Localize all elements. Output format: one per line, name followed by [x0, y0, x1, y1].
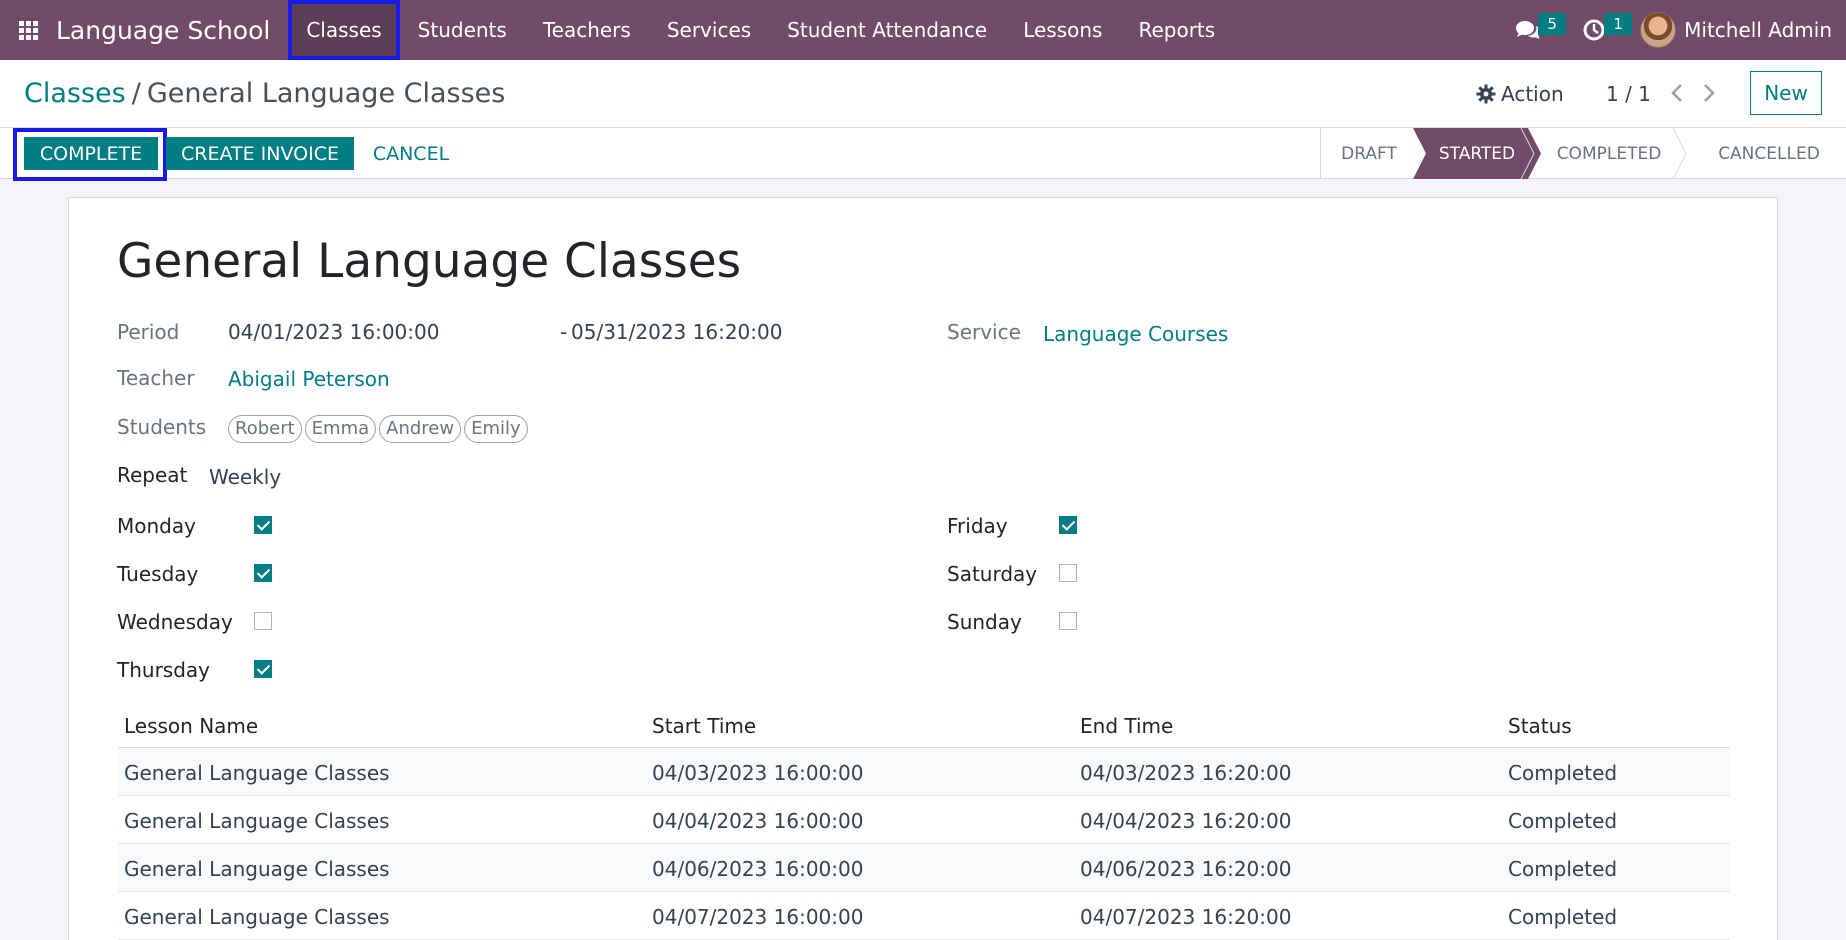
cell-start-time: 04/07/2023 16:00:00	[652, 905, 864, 929]
period-label: Period	[117, 320, 180, 344]
activities-count-badge: 1	[1604, 13, 1633, 35]
cell-status: Completed	[1508, 761, 1618, 785]
create-invoice-button[interactable]: CREATE INVOICE	[166, 137, 354, 170]
table-row[interactable]: General Language Classes 04/06/2023 16:0…	[118, 844, 1730, 892]
menu-lessons[interactable]: Lessons	[1005, 0, 1120, 60]
stage-started[interactable]: STARTED	[1421, 128, 1533, 179]
thursday-label: Thursday	[117, 658, 210, 682]
student-tag[interactable]: Andrew	[379, 415, 462, 443]
menu-teachers[interactable]: Teachers	[525, 0, 649, 60]
tuesday-label: Tuesday	[117, 562, 199, 586]
stage-completed[interactable]: COMPLETED	[1539, 128, 1679, 179]
cell-lesson-name: General Language Classes	[124, 761, 390, 785]
table-row[interactable]: General Language Classes 04/07/2023 16:0…	[118, 892, 1730, 940]
friday-label: Friday	[947, 514, 1008, 538]
menu-classes[interactable]: Classes	[288, 0, 400, 60]
messages-count-badge: 5	[1538, 13, 1567, 35]
record-title[interactable]: General Language Classes	[117, 234, 741, 289]
cell-end-time: 04/06/2023 16:20:00	[1080, 857, 1292, 881]
chevron-left-icon[interactable]	[1670, 83, 1684, 103]
cell-status: Completed	[1508, 905, 1618, 929]
cancel-button[interactable]: CANCEL	[368, 137, 454, 170]
breadcrumb-separator: /	[131, 78, 141, 109]
app-brand[interactable]: Language School	[56, 16, 270, 45]
menu-reports[interactable]: Reports	[1120, 0, 1233, 60]
top-navbar: Language School Classes Students Teacher…	[0, 0, 1846, 60]
stage-draft[interactable]: DRAFT	[1321, 128, 1417, 179]
action-label: Action	[1501, 82, 1564, 106]
monday-label: Monday	[117, 514, 196, 538]
cell-end-time: 04/07/2023 16:20:00	[1080, 905, 1292, 929]
breadcrumb-current: General Language Classes	[146, 78, 506, 109]
cell-status: Completed	[1508, 857, 1618, 881]
student-tag[interactable]: Robert	[228, 415, 302, 443]
cell-end-time: 04/04/2023 16:20:00	[1080, 809, 1292, 833]
cell-start-time: 04/06/2023 16:00:00	[652, 857, 864, 881]
sunday-label: Sunday	[947, 610, 1022, 634]
complete-button[interactable]: COMPLETE	[24, 137, 158, 170]
chevron-right-icon[interactable]	[1702, 83, 1716, 103]
tuesday-checkbox[interactable]	[254, 564, 272, 582]
saturday-label: Saturday	[947, 562, 1038, 586]
table-row[interactable]: General Language Classes 04/04/2023 16:0…	[118, 796, 1730, 844]
friday-checkbox[interactable]	[1059, 516, 1077, 534]
clock-icon	[1583, 19, 1605, 41]
cell-lesson-name: General Language Classes	[124, 809, 390, 833]
cell-end-time: 04/03/2023 16:20:00	[1080, 761, 1292, 785]
teacher-field[interactable]: Abigail Peterson	[228, 367, 390, 391]
gear-icon	[1476, 84, 1496, 104]
students-label: Students	[117, 415, 207, 439]
menu-services[interactable]: Services	[649, 0, 769, 60]
period-dash: -	[560, 320, 568, 344]
service-label: Service	[947, 320, 1021, 344]
user-name[interactable]: Mitchell Admin	[1684, 18, 1832, 42]
column-lesson-name[interactable]: Lesson Name	[124, 714, 258, 738]
period-end-field[interactable]: 05/31/2023 16:20:00	[571, 320, 782, 344]
menu-student-attendance[interactable]: Student Attendance	[769, 0, 1005, 60]
column-end-time[interactable]: End Time	[1080, 714, 1173, 738]
lessons-table: Lesson Name Start Time End Time Status G…	[118, 708, 1730, 940]
repeat-label: Repeat	[117, 463, 188, 487]
repeat-field[interactable]: Weekly	[209, 465, 281, 489]
table-header: Lesson Name Start Time End Time Status	[118, 708, 1730, 748]
column-start-time[interactable]: Start Time	[652, 714, 756, 738]
new-button[interactable]: New	[1750, 71, 1822, 115]
user-avatar[interactable]	[1640, 12, 1677, 48]
table-body: General Language Classes 04/03/2023 16:0…	[118, 748, 1730, 940]
stage-pipeline: DRAFT STARTED COMPLETED CANCELLED	[1320, 128, 1846, 179]
cell-status: Completed	[1508, 809, 1618, 833]
status-bar: COMPLETE CREATE INVOICE CANCEL DRAFT STA…	[0, 128, 1846, 181]
table-row[interactable]: General Language Classes 04/03/2023 16:0…	[118, 748, 1730, 796]
wednesday-checkbox[interactable]	[254, 612, 272, 630]
column-status[interactable]: Status	[1508, 714, 1572, 738]
apps-grid-icon[interactable]	[0, 0, 56, 60]
cell-start-time: 04/03/2023 16:00:00	[652, 761, 864, 785]
control-panel: Classes / General Language Classes Action …	[0, 60, 1846, 128]
saturday-checkbox[interactable]	[1059, 564, 1077, 582]
sunday-checkbox[interactable]	[1059, 612, 1077, 630]
wednesday-label: Wednesday	[117, 610, 233, 634]
stage-cancelled[interactable]: CANCELLED	[1691, 128, 1846, 179]
student-tag[interactable]: Emma	[304, 415, 377, 443]
cell-lesson-name: General Language Classes	[124, 905, 390, 929]
breadcrumb: Classes / General Language Classes	[24, 78, 505, 109]
breadcrumb-classes-link[interactable]: Classes	[24, 78, 126, 109]
action-menu-button[interactable]: Action	[1476, 82, 1564, 106]
cell-lesson-name: General Language Classes	[124, 857, 390, 881]
thursday-checkbox[interactable]	[254, 660, 272, 678]
student-tag[interactable]: Emily	[464, 415, 528, 443]
teacher-label: Teacher	[117, 366, 195, 390]
monday-checkbox[interactable]	[254, 516, 272, 534]
activities-button[interactable]: 1	[1574, 0, 1633, 60]
menu-students[interactable]: Students	[400, 0, 525, 60]
service-field[interactable]: Language Courses	[1043, 322, 1228, 346]
form-sheet: General Language Classes Period 04/01/20…	[68, 197, 1778, 940]
students-tags-field[interactable]: Robert Emma Andrew Emily	[228, 415, 531, 443]
pager-value[interactable]: 1 / 1	[1606, 82, 1651, 106]
period-start-field[interactable]: 04/01/2023 16:00:00	[228, 320, 439, 344]
cell-start-time: 04/04/2023 16:00:00	[652, 809, 864, 833]
messages-button[interactable]: 5	[1508, 0, 1567, 60]
